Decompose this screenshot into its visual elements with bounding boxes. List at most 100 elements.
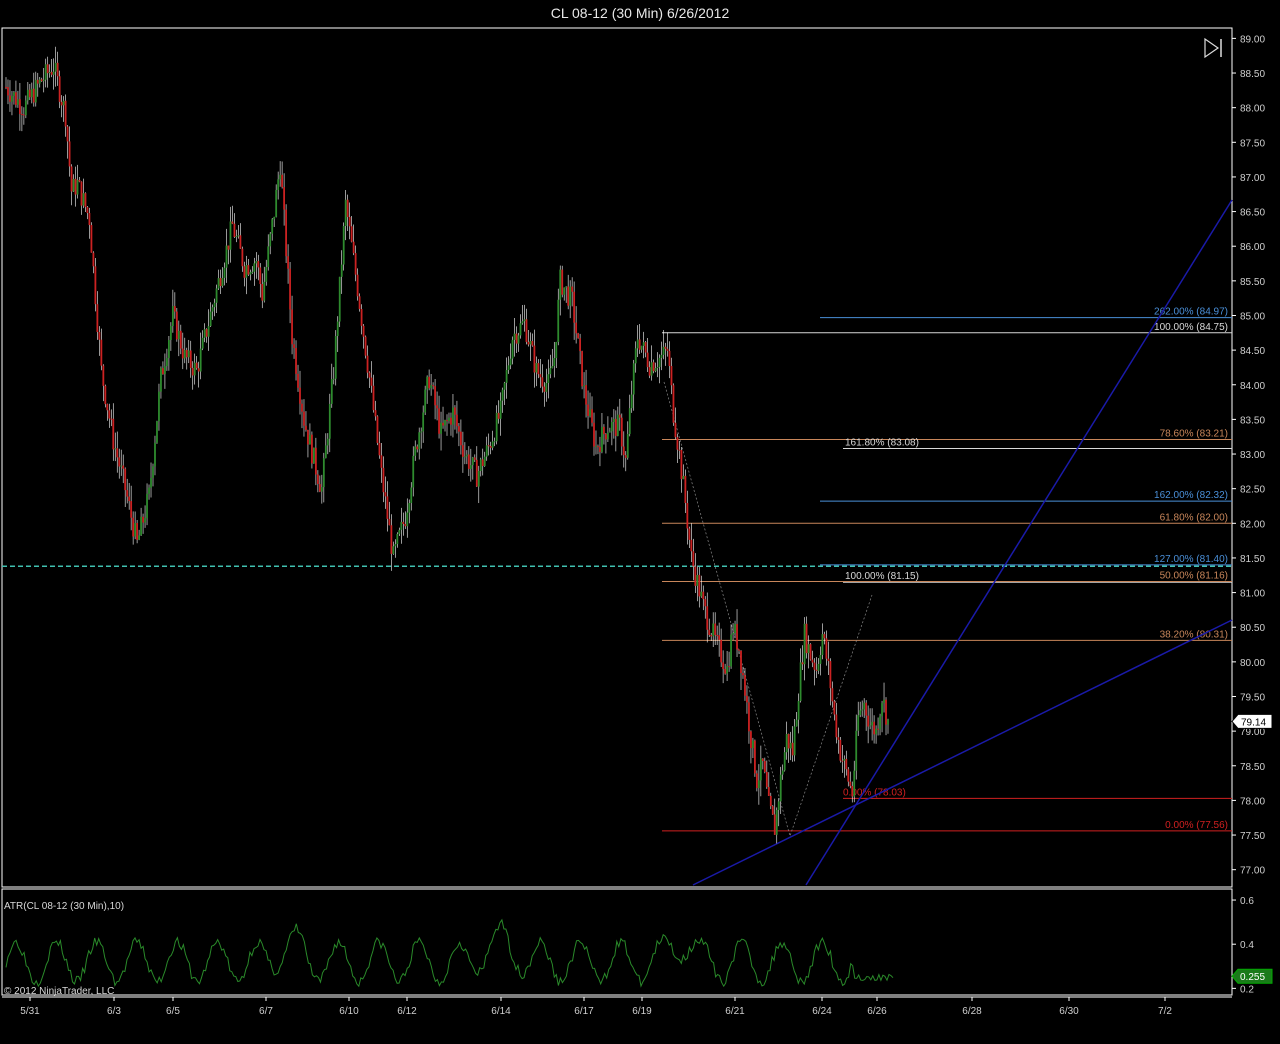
candle-up — [660, 354, 663, 358]
candle-down — [368, 372, 371, 378]
candle-down — [68, 141, 71, 167]
candle-down — [605, 434, 607, 440]
candle-down — [581, 351, 583, 387]
candle-up — [551, 366, 554, 369]
candle-up — [495, 412, 498, 442]
candle-up — [479, 459, 482, 471]
candle-down — [110, 418, 113, 420]
fibonacci-levels: 262.00% (84.97)100.00% (84.75)78.60% (83… — [662, 307, 1232, 832]
price-axis: 77.0077.5078.0078.5079.0079.5080.0080.50… — [1231, 34, 1273, 877]
candle-down — [354, 253, 357, 275]
candle-down — [851, 785, 854, 797]
candle-up — [17, 99, 19, 105]
candle-up — [203, 329, 206, 338]
candle-up — [863, 702, 866, 710]
candle-up — [521, 321, 524, 324]
candle-down — [539, 374, 542, 378]
candle-up — [471, 457, 474, 466]
candle-down — [833, 701, 836, 715]
candle-down — [386, 496, 389, 519]
candle-down — [467, 454, 470, 469]
candle-up — [559, 269, 562, 300]
atr-line — [5, 918, 894, 988]
candle-up — [273, 216, 276, 220]
chart-canvas[interactable]: 262.00% (84.97)100.00% (84.75)78.60% (83… — [0, 0, 1280, 1044]
candle-down — [239, 235, 242, 249]
candle-up — [140, 516, 142, 536]
candle-down — [285, 209, 287, 257]
candle-down — [301, 403, 303, 412]
candle-up — [553, 358, 556, 367]
candle-up — [342, 226, 345, 265]
candle-up — [251, 271, 254, 273]
candle-down — [142, 516, 144, 523]
candle-up — [76, 179, 79, 195]
candle-down — [587, 404, 589, 416]
candle-down — [771, 806, 774, 815]
candle-down — [28, 89, 31, 98]
candle-up — [225, 245, 228, 268]
candle-down — [755, 773, 758, 789]
candle-up — [485, 445, 488, 457]
price-tick-label: 84.50 — [1240, 346, 1265, 357]
candle-down — [497, 412, 500, 419]
candle-down — [813, 662, 816, 670]
candle-up — [448, 417, 450, 421]
candle-up — [414, 446, 417, 456]
candle-up — [340, 264, 343, 277]
candle-down — [591, 409, 593, 423]
candle-up — [237, 235, 240, 237]
candle-up — [658, 357, 661, 367]
candle-down — [118, 457, 121, 467]
candle-down — [460, 431, 462, 446]
candle-up — [555, 341, 558, 359]
candle-up — [444, 420, 446, 426]
candle-down — [50, 71, 53, 75]
candle-up — [160, 368, 162, 392]
candle-up — [601, 426, 603, 453]
candle-down — [567, 286, 570, 306]
candle-up — [209, 311, 212, 327]
candle-down — [370, 377, 373, 386]
candle-up — [626, 433, 629, 458]
candle-up — [330, 379, 333, 404]
candle-down — [112, 418, 115, 450]
play-end-icon[interactable] — [1203, 37, 1225, 59]
price-tick-label: 77.00 — [1240, 866, 1265, 877]
candle-up — [857, 715, 860, 731]
candle-down — [688, 528, 691, 540]
candle-up — [789, 742, 792, 749]
candle-up — [410, 487, 413, 504]
candle-down — [243, 266, 246, 278]
candle-down — [366, 355, 369, 373]
candle-down — [461, 445, 464, 457]
candle-down — [438, 408, 440, 434]
candle-up — [320, 487, 323, 492]
candle-down — [175, 311, 178, 340]
candle-down — [90, 225, 93, 253]
candle-up — [757, 780, 760, 789]
candle-up — [398, 529, 401, 534]
candle-up — [277, 179, 280, 190]
price-tick-label: 85.50 — [1240, 277, 1265, 288]
candle-up — [843, 758, 846, 761]
candle-down — [561, 269, 564, 295]
candle-down — [36, 79, 39, 84]
candle-up — [334, 335, 337, 379]
candle-down — [128, 496, 131, 502]
price-tick-label: 86.50 — [1240, 208, 1265, 219]
candle-down — [885, 699, 887, 725]
candle-up — [795, 719, 798, 727]
candle-up — [150, 477, 152, 488]
candle-down — [475, 459, 478, 487]
candle-up — [193, 362, 196, 376]
candle-down — [620, 417, 623, 447]
candle-up — [777, 801, 780, 810]
candle-down — [19, 99, 21, 114]
price-tick-label: 82.00 — [1240, 519, 1265, 530]
candle-down — [815, 669, 818, 671]
price-tick-label: 80.50 — [1240, 623, 1265, 634]
atr-last-label: 0.255 — [1240, 972, 1265, 983]
candle-up — [253, 263, 256, 272]
candle-down — [219, 278, 222, 287]
